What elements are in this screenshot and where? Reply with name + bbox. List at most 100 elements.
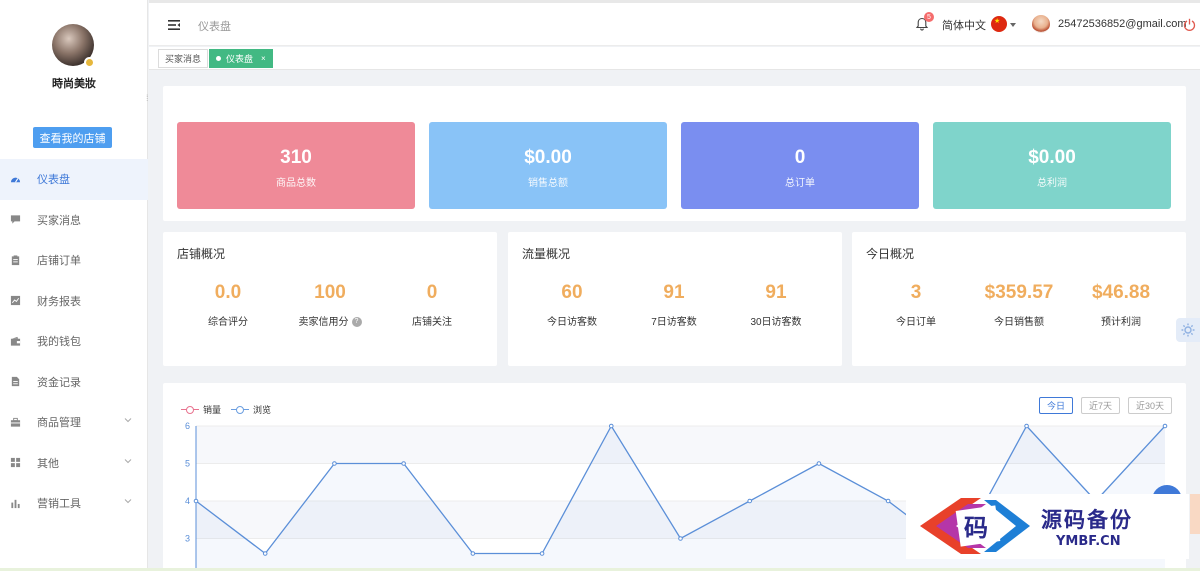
metric-value: 100 bbox=[314, 282, 346, 303]
close-icon[interactable]: × bbox=[261, 54, 266, 63]
sidebar-item-label: 仪表盘 bbox=[37, 174, 70, 187]
data-point bbox=[470, 551, 476, 556]
sidebar-item-8[interactable]: 其他 bbox=[0, 443, 148, 484]
metric-estimated-profit: $46.88 预计利润 bbox=[1071, 282, 1171, 328]
metric-value: 0.0 bbox=[214, 282, 242, 303]
sidebar-item-6[interactable]: 资金记录 bbox=[0, 362, 148, 403]
today-overview-panel: 今日概况 3 今日订单 $359.57 今日销售额 $46.88 预计利润 bbox=[852, 232, 1186, 366]
sidebar-item-label: 我的钱包 bbox=[37, 336, 81, 349]
panel-title: 流量概况 bbox=[522, 247, 571, 261]
metric-label: 今日订单 bbox=[896, 317, 936, 328]
stat-value: 310 bbox=[280, 147, 312, 168]
sidebar-item-1[interactable]: 仪表盘 bbox=[0, 159, 148, 200]
legend-marker-icon bbox=[231, 405, 250, 414]
edge-decoration bbox=[1190, 494, 1200, 534]
flag-star-icon: ★ bbox=[994, 18, 1001, 25]
metric-label: 30日访客数 bbox=[750, 317, 802, 328]
sidebar-item-2[interactable]: 买家消息 bbox=[0, 200, 148, 241]
range-7days-button[interactable]: 近7天 bbox=[1080, 397, 1120, 414]
panel-title: 店铺概况 bbox=[177, 247, 226, 261]
watermark: 码 源码备份 YMBF.CN bbox=[906, 494, 1189, 559]
sidebar-item-label: 店铺订单 bbox=[37, 255, 81, 268]
stats-panel: 310 商品总数 $0.00 销售总额 0 总订单 $0.00 总利润 bbox=[163, 86, 1186, 221]
message-icon bbox=[10, 214, 21, 225]
sidebar-item-label: 买家消息 bbox=[37, 214, 81, 227]
metric-label: 今日访客数 bbox=[547, 317, 597, 328]
sidebar-item-4[interactable]: 财务报表 bbox=[0, 281, 148, 322]
range-selector: 今日 近7天 近30天 bbox=[1038, 397, 1172, 414]
legend-marker-icon bbox=[181, 405, 199, 414]
sidebar-item-7[interactable]: 商品管理 bbox=[0, 402, 148, 443]
gear-icon bbox=[1181, 323, 1195, 337]
metric-credit-score: 100 卖家信用分? bbox=[280, 282, 380, 328]
metric-value: $359.57 bbox=[984, 282, 1054, 303]
metric-label: 综合评分 bbox=[208, 317, 248, 328]
sidebar-item-5[interactable]: 我的钱包 bbox=[0, 321, 148, 362]
data-point bbox=[816, 461, 822, 466]
chevron-down-icon[interactable] bbox=[124, 497, 132, 505]
metric-today-sales: $359.57 今日销售额 bbox=[969, 282, 1069, 328]
sidebar-collapse-handle[interactable]: ⁞ bbox=[146, 93, 150, 103]
bar-chart-icon bbox=[10, 498, 21, 509]
stat-card-profit: $0.00 总利润 bbox=[933, 122, 1171, 209]
sidebar-item-label: 商品管理 bbox=[37, 417, 81, 430]
range-today-button[interactable]: 今日 bbox=[1038, 397, 1073, 414]
metric-rating: 0.0 综合评分 bbox=[178, 282, 278, 328]
active-dot-icon bbox=[216, 56, 221, 61]
chevron-down-icon[interactable] bbox=[1010, 23, 1016, 27]
menu-toggle-icon[interactable] bbox=[168, 20, 180, 30]
metric-value: 91 bbox=[663, 282, 685, 303]
chevron-down-icon[interactable] bbox=[124, 457, 132, 465]
stat-value: $0.00 bbox=[524, 147, 572, 168]
view-my-shop-button[interactable]: 查看我的店铺 bbox=[33, 127, 112, 148]
data-point bbox=[193, 498, 199, 504]
metric-30day-visitors: 91 30日访客数 bbox=[726, 282, 826, 328]
metric-7day-visitors: 91 7日访客数 bbox=[624, 282, 724, 328]
stat-label: 商品总数 bbox=[276, 178, 316, 189]
metric-value: 0 bbox=[426, 282, 438, 303]
logout-power-icon[interactable] bbox=[1183, 18, 1196, 31]
document-icon bbox=[10, 376, 21, 387]
data-point bbox=[1024, 423, 1029, 429]
panel-title: 今日概况 bbox=[866, 247, 915, 261]
y-tick-label: 6 bbox=[185, 421, 190, 431]
data-point bbox=[747, 498, 753, 504]
shop-overview-panel: 店铺概况 0.0 综合评分 100 卖家信用分? 0 店铺关注 bbox=[163, 232, 497, 366]
metric-value: 91 bbox=[765, 282, 787, 303]
sidebar-item-9[interactable]: 营销工具 bbox=[0, 483, 148, 524]
user-email[interactable]: 25472536852@gmail.com bbox=[1058, 18, 1187, 30]
y-tick-label: 5 bbox=[185, 459, 190, 469]
wallet-icon bbox=[10, 336, 21, 347]
metric-today-orders: 3 今日订单 bbox=[866, 282, 966, 328]
metric-followers: 0 店铺关注 bbox=[382, 282, 482, 328]
tab-label: 仪表盘 bbox=[226, 54, 254, 64]
avatar-badge-icon bbox=[84, 57, 95, 68]
page-tabs: 买家消息 仪表盘 × bbox=[149, 47, 1200, 70]
data-point bbox=[608, 423, 614, 429]
metric-value: 3 bbox=[910, 282, 922, 303]
shop-name: 時尚美妝 bbox=[52, 78, 96, 90]
watermark-logo-icon: 码 bbox=[920, 498, 1030, 554]
chevron-down-icon[interactable] bbox=[124, 416, 132, 424]
range-30days-button[interactable]: 近30天 bbox=[1127, 397, 1172, 414]
data-point bbox=[332, 461, 337, 466]
tab-dashboard[interactable]: 仪表盘 × bbox=[209, 49, 273, 68]
legend-item-views[interactable]: 浏览 bbox=[231, 403, 271, 416]
sidebar-item-3[interactable]: 店铺订单 bbox=[0, 240, 148, 281]
watermark-title: 源码备份 bbox=[1041, 507, 1133, 532]
settings-float-button[interactable] bbox=[1176, 318, 1200, 342]
watermark-url: YMBF.CN bbox=[1056, 534, 1121, 549]
data-point bbox=[262, 551, 268, 556]
user-avatar[interactable] bbox=[1032, 15, 1050, 33]
metric-value: $46.88 bbox=[1091, 282, 1151, 303]
language-selector[interactable]: 简体中文 bbox=[942, 17, 986, 33]
data-point bbox=[885, 498, 891, 504]
stat-value: 0 bbox=[794, 147, 806, 168]
help-icon[interactable]: ? bbox=[351, 317, 362, 328]
sidebar-item-label: 营销工具 bbox=[37, 498, 81, 511]
stat-label: 销售总额 bbox=[528, 178, 568, 189]
y-tick-label: 3 bbox=[185, 534, 190, 544]
legend-label: 销量 bbox=[203, 405, 222, 415]
tab-buyer-messages[interactable]: 买家消息 bbox=[158, 49, 209, 68]
legend-item-sales[interactable]: 销量 bbox=[181, 403, 221, 416]
